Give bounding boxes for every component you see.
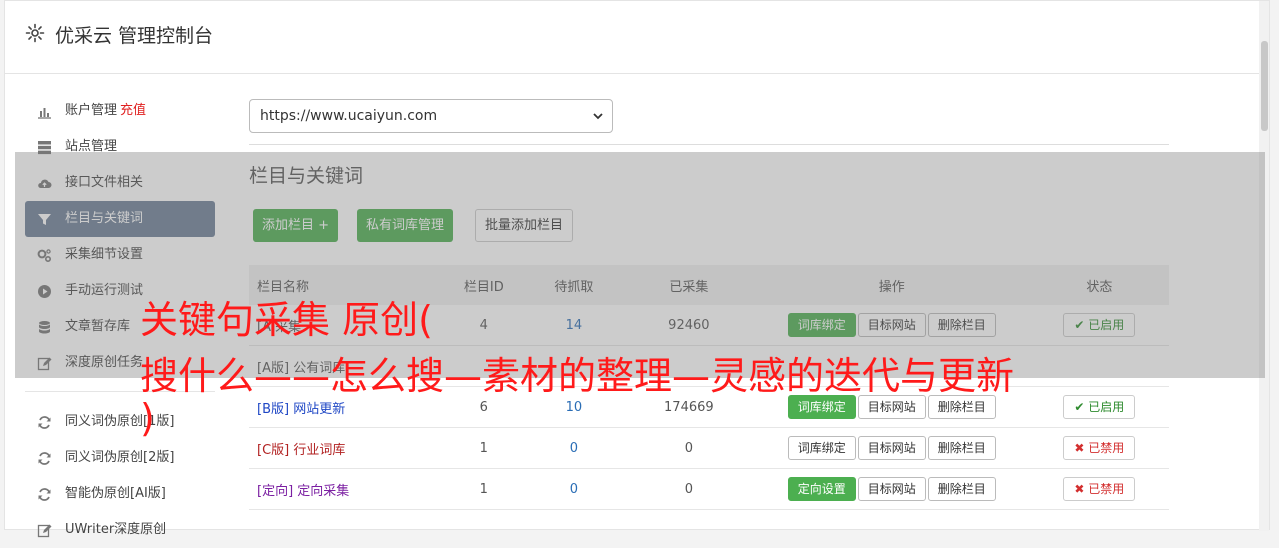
sidebar-item-ai[interactable]: 智能伪原创[AI版] (25, 476, 215, 512)
column-id: 1 (443, 468, 524, 510)
overlay-line-2: 搜什么——怎么搜—素材的整理—灵感的迭代与更新 (140, 354, 1015, 398)
refresh-icon (37, 451, 52, 466)
chevron-down-icon (592, 101, 604, 145)
site-select-value: https://www.ucaiyun.com (260, 108, 438, 124)
page-header: 优采云 管理控制台 (5, 1, 1269, 74)
lexicon-bind-button[interactable]: 定向设置 (787, 477, 856, 501)
sidebar-item-account[interactable]: 账户管理 充值 (25, 93, 215, 129)
refresh-icon (37, 487, 52, 502)
delete-column-button[interactable]: 删除栏目 (927, 477, 996, 501)
row-actions: 定向设置 目标网站 删除栏目 (753, 468, 1030, 510)
row-status: ✖ 已禁用 (1029, 468, 1169, 510)
scrollbar-thumb[interactable] (1261, 41, 1268, 131)
pending-count[interactable]: 0 (523, 468, 624, 510)
column-tag: [定向] (257, 483, 294, 499)
sidebar-item-label: 同义词伪原创[2版] (65, 450, 175, 465)
x-icon: ✖ (1074, 482, 1085, 496)
page-title: 优采云 管理控制台 (55, 25, 214, 47)
status-label: 已禁用 (1088, 482, 1125, 496)
target-site-button[interactable]: 目标网站 (857, 477, 926, 501)
sidebar-item-uwriter[interactable]: UWriter深度原创 (25, 512, 215, 548)
overlay-line-1: 关键句采集 原创( (140, 298, 433, 342)
collected-count: 0 (623, 468, 754, 510)
column-name[interactable]: 定向采集 (297, 484, 349, 499)
bar-chart-icon (37, 104, 52, 119)
status-badge[interactable]: ✖ 已禁用 (1063, 477, 1136, 501)
divider (249, 144, 1169, 145)
refresh-icon (37, 415, 52, 430)
sidebar-item-label: 智能伪原创[AI版] (65, 486, 166, 501)
overlay-caption: 关键句采集 原创( 搜什么——怎么搜—素材的整理—灵感的迭代与更新 ) (140, 292, 1160, 446)
gear-icon (25, 23, 45, 43)
table-row: [定向] 定向采集 1 0 0 定向设置 目标网站 删除栏目 ✖ 已禁用 (249, 468, 1169, 510)
site-select[interactable]: https://www.ucaiyun.com (249, 99, 613, 133)
edit-icon (37, 523, 52, 538)
recharge-link[interactable]: 充值 (120, 103, 146, 118)
sidebar-item-label: 账户管理 (65, 103, 118, 118)
